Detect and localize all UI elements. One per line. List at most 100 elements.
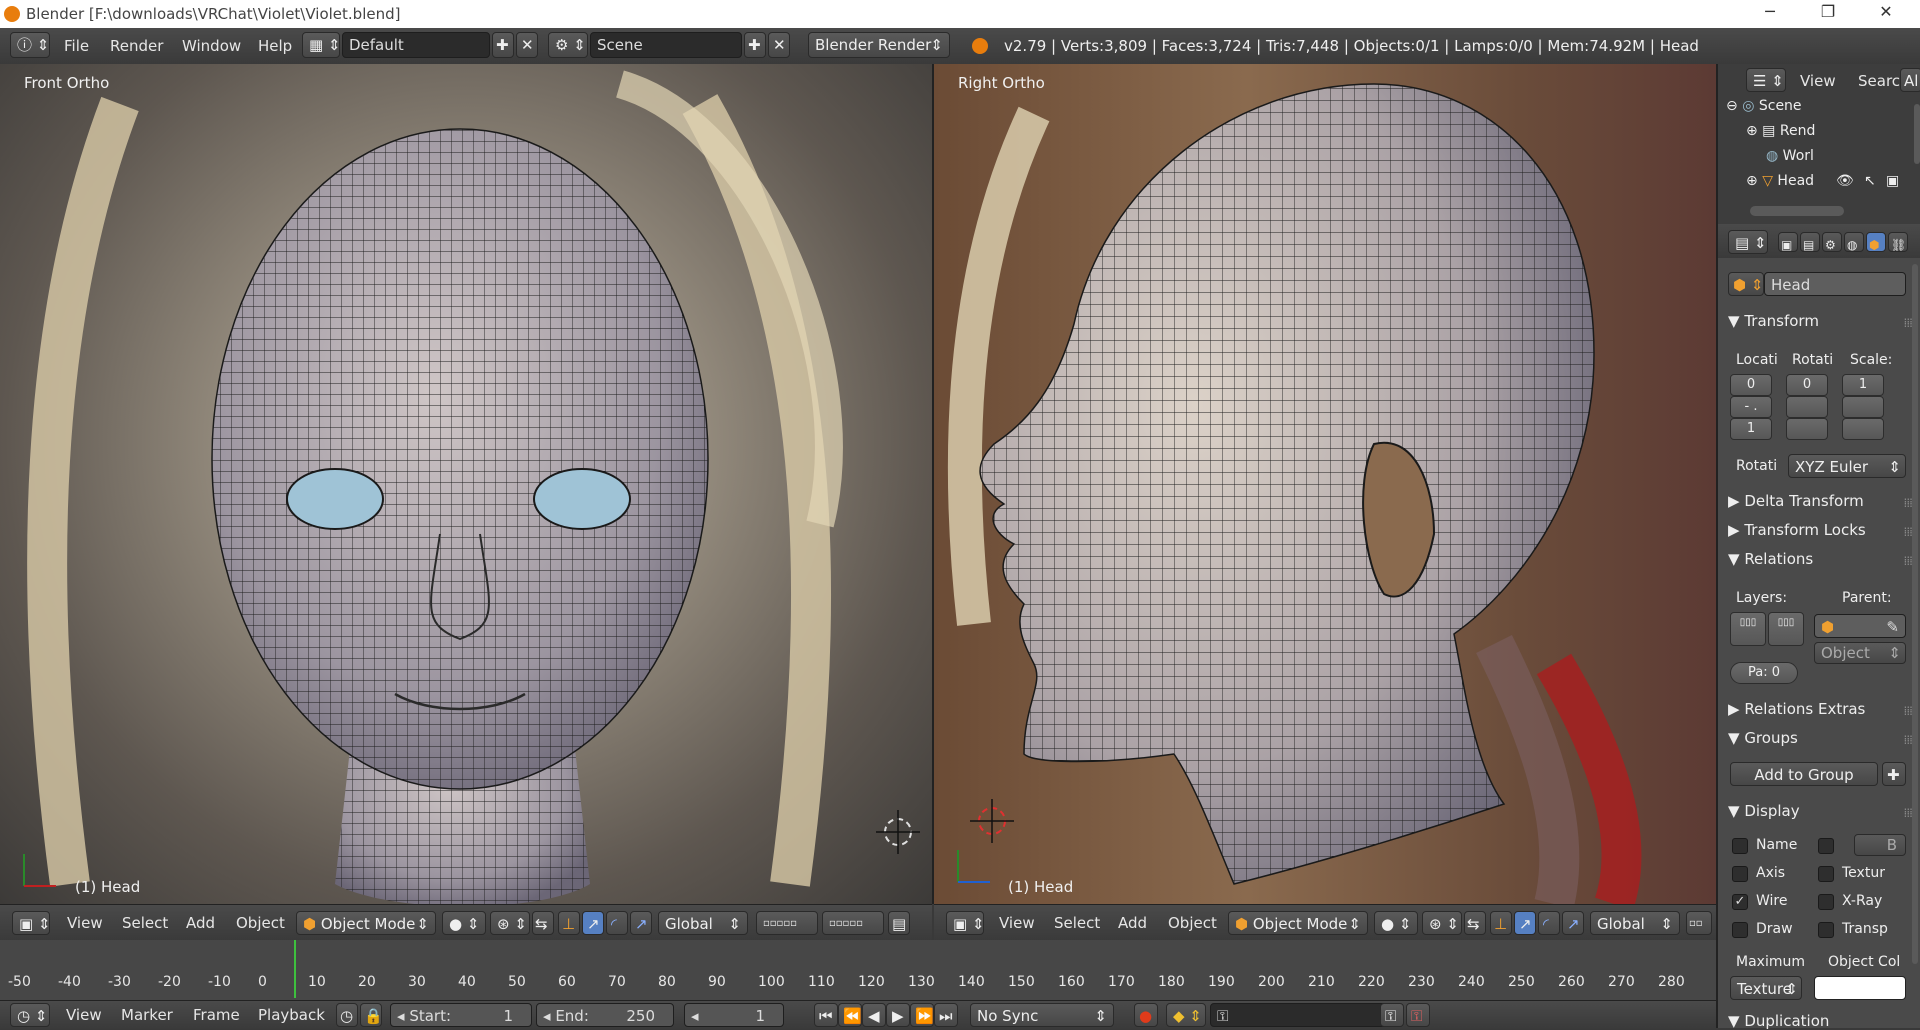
panel-grip-icon[interactable]: ⁞⁞⁞ [1904,316,1914,330]
tab-scene-icon[interactable]: ⚙ [1822,232,1842,252]
menu-object[interactable]: Object [236,911,285,935]
menu-view[interactable]: View [66,1003,102,1027]
scene-selector-button[interactable]: ⚙ ⇕ [548,32,588,58]
menu-window[interactable]: Window [182,34,241,58]
editor-type-timeline-icon[interactable]: ◷ ⇕ [10,1003,50,1027]
editor-type-info-icon[interactable]: ⓘ ⇕ [10,32,50,58]
remove-layout-button[interactable]: ✕ [516,32,538,58]
duplication-panel-header[interactable]: ▼ Duplication [1728,1012,1829,1030]
outliner-item-scene[interactable]: ⊖ ◎ Scene [1726,98,1802,114]
render-camera-icon[interactable]: ▣ [1886,173,1899,189]
scale-x-field[interactable]: 1 [1842,374,1884,396]
start-frame-field[interactable]: ◂ Start: 1 [390,1003,532,1027]
outliner-item-head[interactable]: ⊕ ▽ Head 👁 ↖ ▣ [1746,173,1899,189]
rotation-z-field[interactable] [1786,418,1828,440]
show-axis-checkbox[interactable] [1732,866,1748,882]
show-name-checkbox[interactable] [1732,838,1748,854]
manipulator-toggle-icon[interactable]: ⇆ [532,911,554,935]
menu-add[interactable]: Add [186,911,215,935]
show-texture-space-checkbox[interactable] [1818,866,1834,882]
location-y-field[interactable]: - . [1730,396,1772,418]
show-wire-checkbox[interactable]: ✓ [1732,894,1748,910]
scale-y-field[interactable] [1842,396,1884,418]
scale-z-field[interactable] [1842,418,1884,440]
menu-help[interactable]: Help [258,34,292,58]
select-arrow-icon[interactable]: ↖ [1864,173,1876,189]
pivot-point-dropdown[interactable]: ⊛ ⇕ [1422,911,1462,935]
object-color-swatch[interactable] [1814,976,1906,1000]
render-engine-dropdown[interactable]: Blender Render ⇕ [808,32,950,58]
play-button[interactable]: ▶ [886,1003,910,1027]
display-panel-header[interactable]: ▼ Display [1728,802,1800,820]
end-frame-field[interactable]: ◂ End: 250 [536,1003,674,1027]
viewport-front-ortho[interactable]: Front Ortho (1) Head [0,64,932,904]
transform-orientation-dropdown[interactable]: Global ⇕ [658,911,748,935]
auto-keyframe-record-button[interactable]: ● [1134,1003,1158,1027]
object-layers-grid-2[interactable]: ▯▯▯ [1768,612,1804,646]
add-layout-button[interactable]: ✚ [492,32,514,58]
editor-type-properties-icon[interactable]: ▤ ⇕ [1728,230,1768,254]
jump-keyframe-forward-button[interactable]: ⏩ [910,1003,934,1027]
location-z-field[interactable]: 1 [1730,418,1772,440]
draw-all-edges-checkbox[interactable] [1732,922,1748,938]
lock-camera-icon[interactable]: ▤ [888,911,910,935]
pass-index-field[interactable]: Pa: 0 [1730,662,1798,684]
add-scene-button[interactable]: ✚ [744,32,766,58]
editor-type-outliner-icon[interactable]: ☰ ⇕ [1746,68,1786,92]
pivot-point-dropdown[interactable]: ⊛ ⇕ [490,911,530,935]
menu-render[interactable]: Render [110,34,163,58]
new-group-icon[interactable]: ✚ [1882,762,1906,786]
insert-keyframe-icon[interactable]: ⚿ [1380,1003,1404,1027]
editor-type-3d-view-icon[interactable]: ▣ ⇕ [12,911,50,935]
add-to-group-button[interactable]: Add to Group [1730,762,1878,786]
menu-playback[interactable]: Playback [258,1003,325,1027]
remove-scene-button[interactable]: ✕ [768,32,790,58]
menu-file[interactable]: File [64,34,89,58]
panel-grip-icon[interactable]: ⁞⁞⁞ [1904,525,1914,539]
viewport-shading-dropdown[interactable]: ● ⇕ [1374,911,1418,935]
viewport-shading-dropdown[interactable]: ● ⇕ [442,911,486,935]
interaction-mode-dropdown[interactable]: ⬢ Object Mode ⇕ [296,911,436,935]
menu-frame[interactable]: Frame [193,1003,240,1027]
visibility-eye-icon[interactable]: 👁 [1836,173,1854,189]
minimize-button[interactable]: ─ [1748,2,1792,26]
object-type-icon[interactable]: ⬢ ⇕ [1728,272,1764,296]
close-button[interactable]: ✕ [1864,2,1908,26]
keying-set-field[interactable]: ⚿ [1210,1003,1400,1027]
location-x-field[interactable]: 0 [1730,374,1772,396]
tab-object-icon[interactable]: ⬢ [1866,232,1886,252]
parent-type-dropdown[interactable]: Object ⇕ [1814,642,1906,664]
tab-constraints-icon[interactable]: ⛓ [1888,232,1908,252]
translate-manipulator-icon[interactable]: ⊥ [558,911,580,935]
outliner-item-render-layers[interactable]: ⊕ ▤ Rend [1746,123,1815,139]
timeline-area[interactable]: -50 -40 -30 -20 -10 0 10 20 30 40 50 60 70 80 90 100 110… [0,940,1716,1000]
keying-set-dropdown[interactable]: ◆ ⇕ [1166,1003,1206,1027]
outliner-horizontal-scrollbar[interactable] [1750,206,1844,216]
delta-transform-panel-header[interactable]: ▶ Delta Transform [1728,492,1864,510]
jump-keyframe-back-button[interactable]: ⏪ [838,1003,862,1027]
relations-extras-panel-header[interactable]: ▶ Relations Extras [1728,700,1865,718]
scale-manipulator-icon[interactable]: ↗ [630,911,652,935]
layers-grid-1[interactable]: ▫▫▫▫▫ [756,911,818,935]
parent-field[interactable]: ⬢ ✎ [1814,614,1906,638]
menu-object[interactable]: Object [1168,911,1217,935]
rotate-manipulator-icon[interactable]: ◜ [1538,911,1560,935]
maximum-draw-type-dropdown[interactable]: Texture ⇕ [1730,976,1802,1000]
layers-grid-2[interactable]: ▫▫▫▫▫ [822,911,884,935]
show-xray-checkbox[interactable] [1818,894,1834,910]
panel-grip-icon[interactable]: ⁞⁞⁞ [1904,554,1914,568]
bounds-type-dropdown[interactable]: B [1854,834,1906,856]
panel-grip-icon[interactable]: ⁞⁞⁞ [1904,496,1914,510]
layers-grid-1[interactable]: ▫▫ [1686,911,1712,935]
move-manipulator-icon[interactable]: ↗ [582,911,604,935]
rotate-manipulator-icon[interactable]: ◜ [606,911,628,935]
object-layers-grid-1[interactable]: ▯▯▯ [1730,612,1766,646]
manipulator-toggle-icon[interactable]: ⇆ [1464,911,1486,935]
outliner-menu-view[interactable]: View [1800,69,1836,93]
rotation-y-field[interactable] [1786,396,1828,418]
restore-button[interactable]: ❐ [1806,2,1850,26]
editor-type-3d-view-icon[interactable]: ▣ ⇕ [946,911,984,935]
tab-render-layers-icon[interactable]: ▤ [1800,232,1820,252]
scene-name-field[interactable]: Scene [590,32,742,58]
show-bounds-checkbox[interactable] [1818,838,1834,854]
